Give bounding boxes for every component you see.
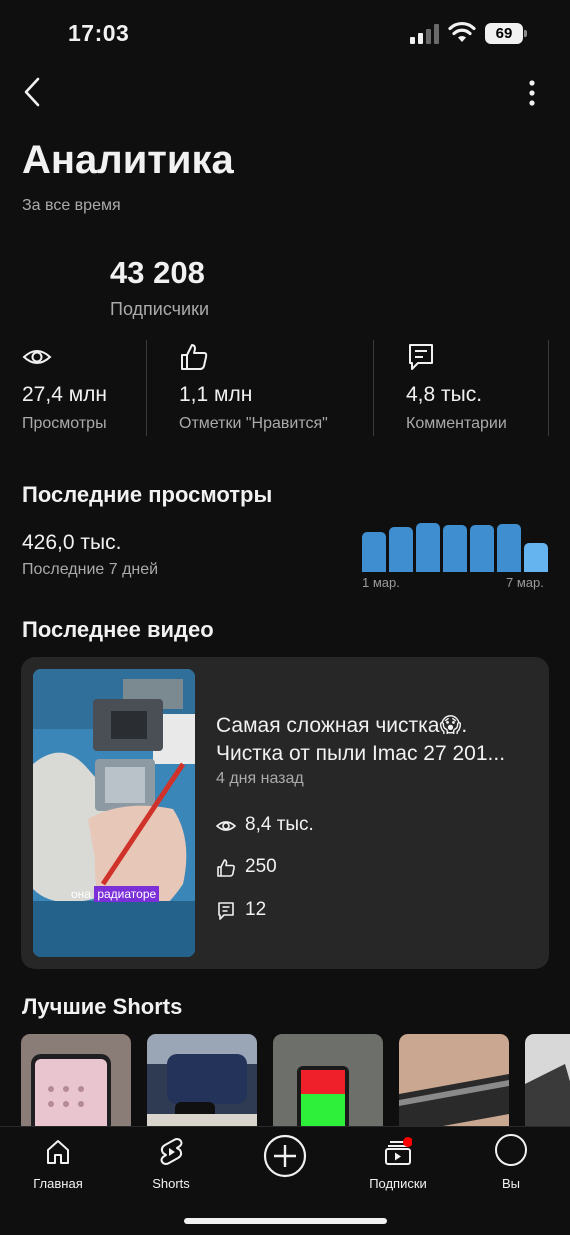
video-views-value: 8,4 тыс.	[245, 814, 314, 835]
chart-x-start-label: 1 мар.	[362, 575, 400, 590]
comments-value: 4,8 тыс.	[406, 383, 483, 406]
shorts-carousel[interactable]	[21, 1034, 570, 1126]
chart-bar-3	[416, 522, 440, 572]
create-plus-icon[interactable]	[263, 1134, 307, 1178]
back-arrow-icon[interactable]	[18, 74, 48, 110]
recent-views-title: Последние просмотры	[22, 482, 273, 507]
period-label: За все время	[22, 197, 121, 214]
stat-views[interactable]: 27,4 млн Просмотры	[22, 340, 140, 436]
divider	[373, 340, 374, 436]
nav-home-label: Главная	[33, 1176, 83, 1191]
chart-x-end-label: 7 мар.	[506, 575, 544, 590]
chart-bar-5	[470, 525, 494, 572]
chart-bar-6	[497, 523, 521, 572]
short-thumbnail[interactable]	[525, 1034, 570, 1126]
shorts-icon	[160, 1138, 183, 1165]
chart-bar-4	[443, 525, 467, 572]
short-thumbnail[interactable]	[399, 1034, 509, 1126]
subscriber-label: Подписчики	[110, 299, 210, 319]
subscriber-count: 43 208	[110, 255, 205, 290]
more-options-icon[interactable]	[518, 78, 546, 108]
latest-video-title: Последнее видео	[22, 617, 214, 642]
thumbnail-image	[33, 669, 195, 957]
chart-bar-1	[362, 531, 386, 572]
cellular-signal-icon	[410, 24, 439, 44]
video-comments-value: 12	[245, 899, 267, 920]
video-likes-value: 250	[245, 856, 277, 877]
eye-icon	[22, 350, 52, 364]
nav-you-label: Вы	[501, 1176, 520, 1191]
nav-subscriptions[interactable]: Подписки	[350, 1135, 446, 1195]
views-label: Просмотры	[22, 415, 107, 432]
likes-label: Отметки "Нравится"	[179, 415, 328, 432]
home-indicator	[184, 1218, 387, 1224]
stat-comments[interactable]: 4,8 тыс. Комментарии	[406, 340, 546, 436]
divider	[548, 340, 549, 436]
divider	[146, 340, 147, 436]
short-thumbnail[interactable]	[273, 1034, 383, 1126]
thumbs-up-icon	[217, 859, 235, 877]
nav-shorts[interactable]: Shorts	[123, 1135, 219, 1195]
views-value: 27,4 млн	[22, 383, 107, 406]
stat-likes[interactable]: 1,1 млн Отметки "Нравится"	[179, 340, 369, 436]
short-thumbnail[interactable]	[21, 1034, 131, 1126]
latest-video-card[interactable]: она радиаторе Самая сложная чистка😱. Чис…	[21, 657, 549, 969]
short-thumbnail[interactable]	[147, 1034, 257, 1126]
thumbnail-caption: она радиаторе	[71, 886, 160, 902]
nav-you[interactable]: Вы	[463, 1134, 559, 1195]
page-title: Аналитика	[22, 138, 234, 182]
wifi-icon	[448, 21, 476, 42]
best-shorts-title: Лучшие Shorts	[22, 994, 183, 1019]
comments-label: Комментарии	[406, 415, 507, 432]
home-icon	[47, 1140, 69, 1164]
comment-icon	[409, 344, 433, 370]
chart-bar-2	[389, 527, 413, 572]
video-date: 4 дня назад	[216, 770, 304, 787]
nav-subscriptions-label: Подписки	[369, 1176, 427, 1191]
eye-icon	[216, 821, 236, 831]
battery-level: 69	[485, 23, 523, 44]
likes-value: 1,1 млн	[179, 383, 253, 406]
status-bar: 17:03 69	[0, 0, 570, 70]
recent-views-value: 426,0 тыс.	[22, 531, 122, 554]
recent-views-period: Последние 7 дней	[22, 561, 159, 578]
thumbs-up-icon	[181, 344, 208, 370]
battery-icon: 69	[485, 23, 527, 44]
status-time: 17:03	[68, 20, 130, 46]
avatar-icon	[495, 1134, 527, 1166]
chart-bar-7	[524, 542, 548, 572]
subscriptions-icon	[385, 1137, 412, 1165]
comment-icon	[218, 902, 234, 920]
nav-shorts-label: Shorts	[152, 1176, 190, 1191]
video-title[interactable]: Самая сложная чистка😱. Чистка от пыли Im…	[216, 712, 536, 768]
video-thumbnail[interactable]: она радиаторе	[33, 669, 195, 957]
nav-home[interactable]: Главная	[10, 1135, 106, 1195]
